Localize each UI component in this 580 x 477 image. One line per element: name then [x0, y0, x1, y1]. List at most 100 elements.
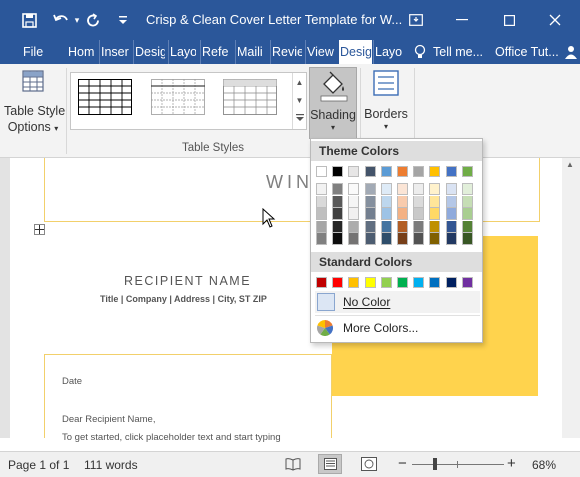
theme-color-swatch[interactable] — [429, 166, 441, 177]
theme-color-shade-swatch[interactable] — [397, 208, 408, 221]
save-icon[interactable] — [18, 9, 40, 31]
print-layout-icon[interactable] — [318, 454, 342, 474]
theme-color-swatch[interactable] — [397, 166, 408, 177]
gallery-more-icon[interactable] — [293, 109, 306, 127]
theme-color-shade-swatch[interactable] — [461, 233, 473, 246]
borders-button[interactable]: Borders ▾ — [362, 67, 410, 139]
theme-color-shade-swatch[interactable] — [461, 208, 473, 221]
theme-color-shade-swatch[interactable] — [461, 220, 473, 233]
theme-color-shade-swatch[interactable] — [397, 195, 408, 208]
web-layout-icon[interactable] — [361, 457, 377, 474]
table-style-options-button[interactable]: Table Style Options ▾ — [0, 64, 66, 142]
table-style-plain[interactable] — [78, 79, 132, 115]
theme-color-shade-swatch[interactable] — [348, 195, 360, 208]
theme-color-shade-swatch[interactable] — [445, 183, 457, 195]
standard-color-swatch[interactable] — [364, 277, 376, 288]
zoom-out-button[interactable]: − — [398, 455, 407, 472]
more-colors-option[interactable]: More Colors... — [315, 317, 480, 339]
theme-color-shade-swatch[interactable] — [348, 208, 360, 221]
standard-color-swatch[interactable] — [380, 277, 392, 288]
standard-color-swatch[interactable] — [348, 277, 360, 288]
theme-color-shade-swatch[interactable] — [445, 220, 457, 233]
recipient-details[interactable]: Title | Company | Address | City, ST ZIP — [100, 294, 267, 304]
minimize-button[interactable] — [450, 8, 474, 32]
theme-color-shade-swatch[interactable] — [445, 208, 457, 221]
tab-references[interactable]: Refe — [200, 40, 232, 64]
account-name[interactable]: Office Tut... — [494, 40, 560, 64]
greeting-field[interactable]: Dear Recipient Name, — [62, 414, 155, 425]
theme-color-shade-swatch[interactable] — [332, 195, 344, 208]
recipient-name[interactable]: RECIPIENT NAME — [124, 274, 251, 288]
read-mode-icon[interactable] — [285, 457, 301, 474]
theme-color-shade-swatch[interactable] — [332, 233, 344, 246]
standard-color-swatch[interactable] — [429, 277, 441, 288]
body-text[interactable]: To get started, click placeholder text a… — [62, 432, 281, 443]
theme-color-shade-swatch[interactable] — [332, 208, 344, 221]
theme-color-shade-swatch[interactable] — [413, 233, 425, 246]
shading-button[interactable]: Shading ▾ — [309, 67, 357, 139]
standard-color-swatch[interactable] — [445, 277, 457, 288]
theme-color-shade-swatch[interactable] — [364, 220, 376, 233]
tab-table-design[interactable]: Desig — [339, 40, 372, 64]
gallery-scroll-up-icon[interactable]: ▲ — [293, 73, 306, 91]
theme-color-shade-swatch[interactable] — [316, 183, 327, 195]
theme-color-shade-swatch[interactable] — [364, 233, 376, 246]
close-button[interactable] — [543, 8, 567, 32]
theme-color-shade-swatch[interactable] — [413, 220, 425, 233]
customize-toolbar-icon[interactable] — [112, 9, 134, 31]
theme-color-shade-swatch[interactable] — [429, 233, 441, 246]
tab-table-layout[interactable]: Layo — [373, 40, 403, 64]
gallery-scroll-down-icon[interactable]: ▼ — [293, 91, 306, 109]
theme-color-swatch[interactable] — [348, 166, 360, 177]
theme-color-swatch[interactable] — [461, 166, 473, 177]
theme-color-shade-swatch[interactable] — [348, 183, 360, 195]
theme-color-swatch[interactable] — [316, 166, 327, 177]
vertical-scrollbar[interactable]: ▲ — [562, 158, 580, 438]
theme-color-shade-swatch[interactable] — [364, 195, 376, 208]
theme-color-swatch[interactable] — [445, 166, 457, 177]
theme-color-shade-swatch[interactable] — [316, 208, 327, 221]
zoom-level[interactable]: 68% — [532, 458, 556, 472]
standard-color-swatch[interactable] — [316, 277, 327, 288]
theme-color-shade-swatch[interactable] — [332, 220, 344, 233]
tab-mailings[interactable]: Maili — [235, 40, 267, 64]
theme-color-swatch[interactable] — [332, 166, 344, 177]
tab-design[interactable]: Desig — [133, 40, 165, 64]
date-field[interactable]: Date — [62, 376, 82, 387]
theme-color-shade-swatch[interactable] — [380, 220, 392, 233]
theme-color-shade-swatch[interactable] — [348, 220, 360, 233]
standard-color-swatch[interactable] — [461, 277, 473, 288]
theme-color-shade-swatch[interactable] — [397, 183, 408, 195]
theme-color-shade-swatch[interactable] — [413, 183, 425, 195]
tell-me-box[interactable]: Tell me... — [432, 40, 486, 64]
scroll-up-icon[interactable]: ▲ — [566, 160, 574, 169]
theme-color-shade-swatch[interactable] — [413, 208, 425, 221]
table-style-light-grid[interactable] — [151, 79, 205, 115]
zoom-in-button[interactable]: + — [507, 455, 516, 472]
theme-color-shade-swatch[interactable] — [332, 183, 344, 195]
theme-color-swatch[interactable] — [380, 166, 392, 177]
table-styles-gallery[interactable]: ▲ ▼ — [70, 72, 307, 130]
theme-color-shade-swatch[interactable] — [316, 195, 327, 208]
theme-color-shade-swatch[interactable] — [380, 233, 392, 246]
standard-color-swatch[interactable] — [332, 277, 344, 288]
tab-insert[interactable]: Inser — [99, 40, 130, 64]
table-move-handle-icon[interactable] — [34, 224, 45, 235]
theme-color-shade-swatch[interactable] — [429, 195, 441, 208]
standard-color-swatch[interactable] — [397, 277, 408, 288]
theme-color-shade-swatch[interactable] — [380, 208, 392, 221]
theme-color-shade-swatch[interactable] — [316, 220, 327, 233]
standard-color-swatch[interactable] — [413, 277, 425, 288]
theme-color-shade-swatch[interactable] — [445, 233, 457, 246]
theme-color-shade-swatch[interactable] — [316, 233, 327, 246]
gallery-scroll[interactable]: ▲ ▼ — [292, 73, 306, 129]
theme-color-shade-swatch[interactable] — [461, 195, 473, 208]
ribbon-display-options-icon[interactable] — [404, 8, 428, 32]
theme-color-shade-swatch[interactable] — [380, 195, 392, 208]
theme-color-shade-swatch[interactable] — [461, 183, 473, 195]
tab-file[interactable]: File — [22, 40, 48, 64]
theme-color-shade-swatch[interactable] — [429, 208, 441, 221]
theme-color-shade-swatch[interactable] — [429, 183, 441, 195]
zoom-slider-thumb[interactable] — [433, 458, 437, 470]
theme-color-shade-swatch[interactable] — [445, 195, 457, 208]
